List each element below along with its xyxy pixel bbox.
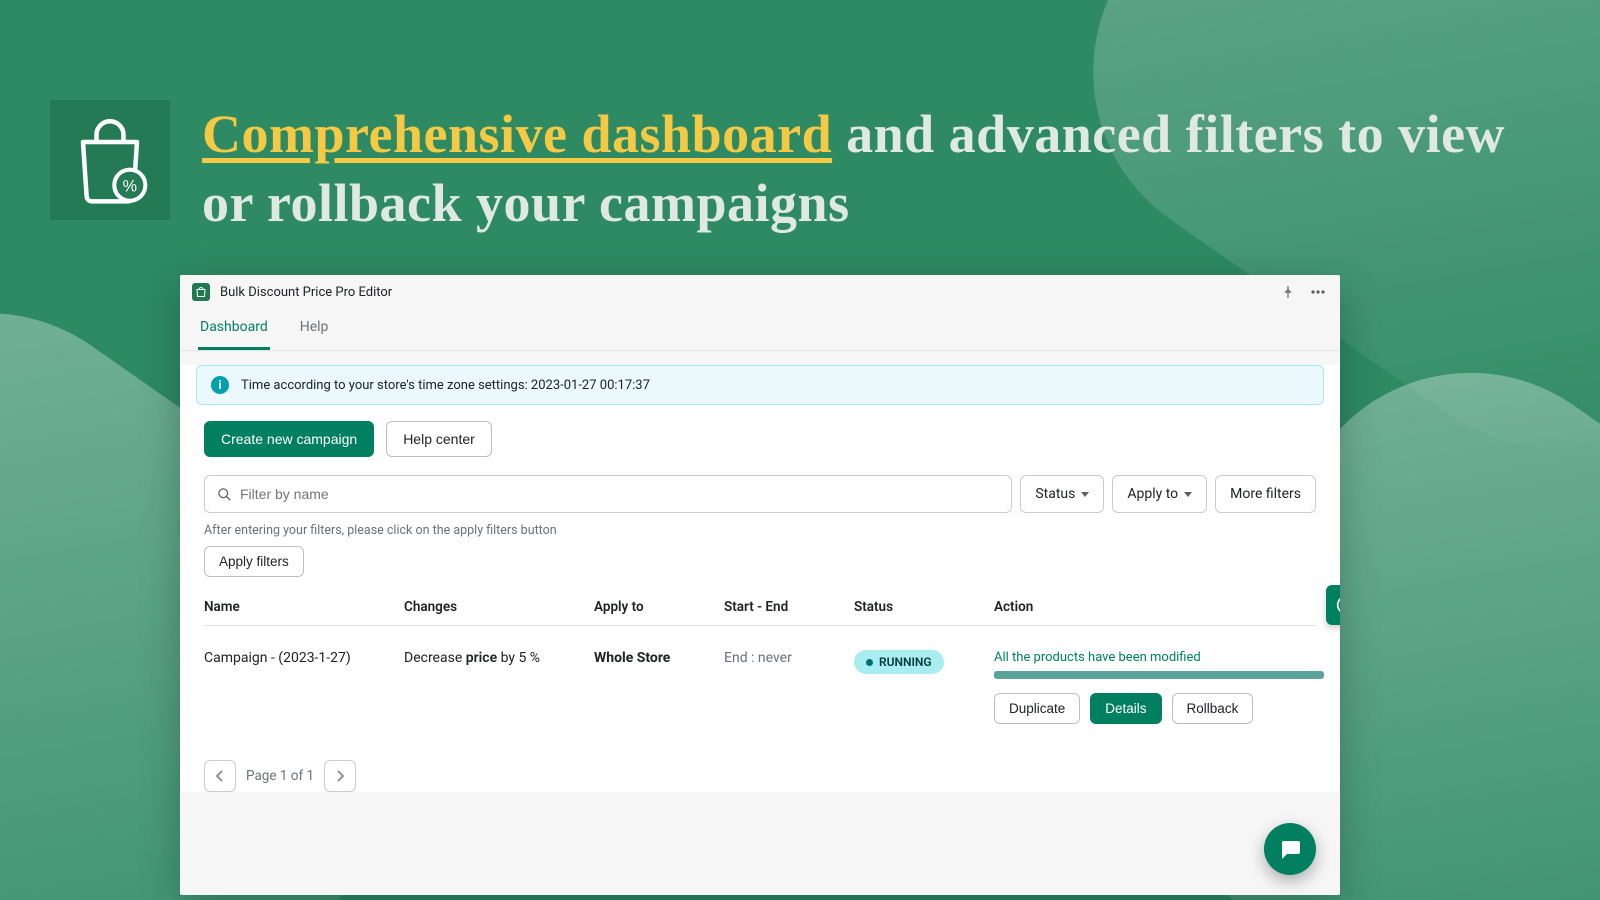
- app-tabs: Dashboard Help: [180, 309, 1340, 351]
- cell-changes: Decrease price by 5 %: [404, 650, 594, 666]
- app-titlebar: Bulk Discount Price Pro Editor: [180, 275, 1340, 309]
- col-startend: Start - End: [724, 599, 854, 615]
- app-title: Bulk Discount Price Pro Editor: [220, 285, 392, 300]
- app-window: Bulk Discount Price Pro Editor Dashboard…: [180, 275, 1340, 895]
- alert-text: Time according to your store's time zone…: [241, 378, 650, 393]
- search-icon: [217, 487, 232, 502]
- page-label: Page 1 of 1: [246, 768, 314, 784]
- hero-headline: Comprehensive dashboard and advanced fil…: [202, 100, 1552, 238]
- cell-action: All the products have been modified Dupl…: [994, 650, 1324, 724]
- hero-headline-accent: Comprehensive dashboard: [202, 104, 832, 164]
- chat-widget-button[interactable]: [1264, 823, 1316, 875]
- timezone-alert: i Time according to your store's time zo…: [196, 365, 1324, 405]
- pagination: Page 1 of 1: [204, 760, 1316, 792]
- applyto-filter-button[interactable]: Apply to: [1112, 475, 1207, 513]
- progress-bar: [994, 671, 1324, 679]
- floating-help-button[interactable]: [1326, 585, 1340, 625]
- rollback-button[interactable]: Rollback: [1172, 693, 1254, 724]
- status-filter-button[interactable]: Status: [1020, 475, 1104, 513]
- status-filter-label: Status: [1035, 486, 1075, 502]
- chat-icon: [1278, 837, 1302, 861]
- action-message: All the products have been modified: [994, 650, 1324, 665]
- duplicate-button[interactable]: Duplicate: [994, 693, 1080, 724]
- status-badge-running: RUNNING: [854, 650, 944, 674]
- more-icon[interactable]: [1308, 282, 1328, 302]
- info-icon: i: [211, 376, 229, 394]
- chevron-right-icon: [335, 770, 345, 782]
- col-status: Status: [854, 599, 994, 615]
- details-button[interactable]: Details: [1090, 693, 1161, 724]
- question-icon: [1336, 595, 1340, 615]
- chevron-down-icon: [1081, 492, 1089, 497]
- col-applyto: Apply to: [594, 599, 724, 615]
- col-changes: Changes: [404, 599, 594, 615]
- cell-startend: End : never: [724, 650, 854, 666]
- svg-text:%: %: [123, 178, 137, 196]
- prev-page-button[interactable]: [204, 760, 236, 792]
- table-row: Campaign - (2023-1-27) Decrease price by…: [204, 625, 1316, 734]
- next-page-button[interactable]: [324, 760, 356, 792]
- filter-search[interactable]: [204, 475, 1012, 513]
- tab-dashboard[interactable]: Dashboard: [198, 309, 270, 350]
- applyto-filter-label: Apply to: [1127, 486, 1178, 502]
- table-header: Name Changes Apply to Start - End Status…: [204, 599, 1316, 625]
- chevron-down-icon: [1184, 492, 1192, 497]
- more-filters-label: More filters: [1230, 486, 1301, 502]
- apply-filters-button[interactable]: Apply filters: [204, 546, 304, 577]
- cell-applyto: Whole Store: [594, 650, 724, 666]
- col-action: Action: [994, 599, 1316, 615]
- cell-status: RUNNING: [854, 650, 994, 674]
- hero-bag-icon: %: [50, 100, 170, 220]
- create-campaign-button[interactable]: Create new campaign: [204, 421, 374, 457]
- col-name: Name: [204, 599, 404, 615]
- cell-name: Campaign - (2023-1-27): [204, 650, 404, 666]
- filter-name-input[interactable]: [240, 486, 999, 502]
- pin-icon[interactable]: [1278, 282, 1298, 302]
- help-center-button[interactable]: Help center: [386, 421, 492, 457]
- app-logo-icon: [192, 283, 210, 301]
- filters-note: After entering your filters, please clic…: [204, 523, 1316, 538]
- chevron-left-icon: [215, 770, 225, 782]
- tab-help[interactable]: Help: [298, 309, 331, 350]
- more-filters-button[interactable]: More filters: [1215, 475, 1316, 513]
